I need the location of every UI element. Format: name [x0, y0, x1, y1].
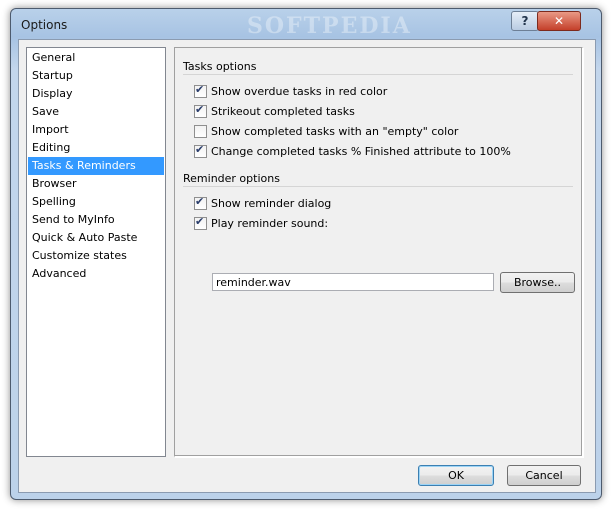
nav-item-startup[interactable]: Startup — [28, 67, 164, 85]
browse-button-label: Browse.. — [513, 276, 562, 289]
watermark-text: SOFTPEDIA — [247, 13, 412, 39]
nav-item-import[interactable]: Import — [28, 121, 164, 139]
nav-item-advanced[interactable]: Advanced — [28, 265, 164, 283]
close-button[interactable]: ✕ — [537, 11, 581, 31]
checkbox-label: Show reminder dialog — [211, 196, 332, 210]
checkbox-label: Change completed tasks % Finished attrib… — [211, 144, 511, 158]
checkbox-label: Show overdue tasks in red color — [211, 84, 388, 98]
cancel-button-label: Cancel — [525, 469, 563, 482]
nav-item-editing[interactable]: Editing — [28, 139, 164, 157]
reminder-options-header: Reminder options — [183, 172, 573, 187]
nav-item-send-to-myinfo[interactable]: Send to MyInfo — [28, 211, 164, 229]
checkbox-overdue-red[interactable]: Show overdue tasks in red color — [194, 83, 387, 99]
tasks-options-header: Tasks options — [183, 60, 573, 75]
category-list[interactable]: General Startup Display Save Import Edit… — [26, 47, 166, 457]
checkbox-label: Show completed tasks with an "empty" col… — [211, 124, 459, 138]
help-icon: ? — [521, 14, 529, 28]
window-title: Options — [21, 18, 68, 32]
checkbox-label: Play reminder sound: — [211, 216, 329, 230]
checkbox-box[interactable] — [194, 195, 207, 210]
browse-button[interactable]: Browse.. — [500, 272, 575, 293]
nav-item-spelling[interactable]: Spelling — [28, 193, 164, 211]
nav-item-display[interactable]: Display — [28, 85, 164, 103]
nav-item-customize-states[interactable]: Customize states — [28, 247, 164, 265]
group-divider — [183, 186, 573, 187]
checkbox-box[interactable] — [194, 103, 207, 118]
options-window: Options SOFTPEDIA ? ✕ General Startup Di… — [10, 8, 602, 500]
checkbox-box[interactable] — [194, 83, 207, 98]
checkbox-label: Strikeout completed tasks — [211, 104, 355, 118]
checkbox-box[interactable] — [194, 215, 207, 230]
ok-button-label: OK — [448, 469, 464, 482]
checkbox-empty-color[interactable]: Show completed tasks with an "empty" col… — [194, 123, 458, 139]
title-bar[interactable]: Options SOFTPEDIA ? ✕ — [11, 9, 601, 39]
settings-panel: Tasks options Show overdue tasks in red … — [174, 47, 583, 457]
ok-button[interactable]: OK — [418, 465, 494, 486]
checkbox-show-reminder-dialog[interactable]: Show reminder dialog — [194, 195, 331, 211]
nav-item-browser[interactable]: Browser — [28, 175, 164, 193]
nav-item-quick-auto-paste[interactable]: Quick & Auto Paste — [28, 229, 164, 247]
checkbox-box[interactable] — [194, 124, 207, 138]
cancel-button[interactable]: Cancel — [507, 465, 581, 486]
close-icon: ✕ — [553, 14, 565, 28]
group-divider — [183, 74, 573, 75]
checkbox-play-reminder-sound[interactable]: Play reminder sound: — [194, 215, 328, 231]
nav-item-tasks-reminders[interactable]: Tasks & Reminders — [28, 157, 164, 175]
checkbox-strikeout-completed[interactable]: Strikeout completed tasks — [194, 103, 355, 119]
nav-item-general[interactable]: General — [28, 49, 164, 67]
checkbox-box[interactable] — [194, 143, 207, 158]
dialog-client-area: General Startup Display Save Import Edit… — [18, 39, 596, 493]
help-button[interactable]: ? — [511, 11, 539, 31]
checkbox-finished-100[interactable]: Change completed tasks % Finished attrib… — [194, 143, 511, 159]
sound-file-input[interactable]: reminder.wav — [212, 273, 494, 291]
nav-item-save[interactable]: Save — [28, 103, 164, 121]
